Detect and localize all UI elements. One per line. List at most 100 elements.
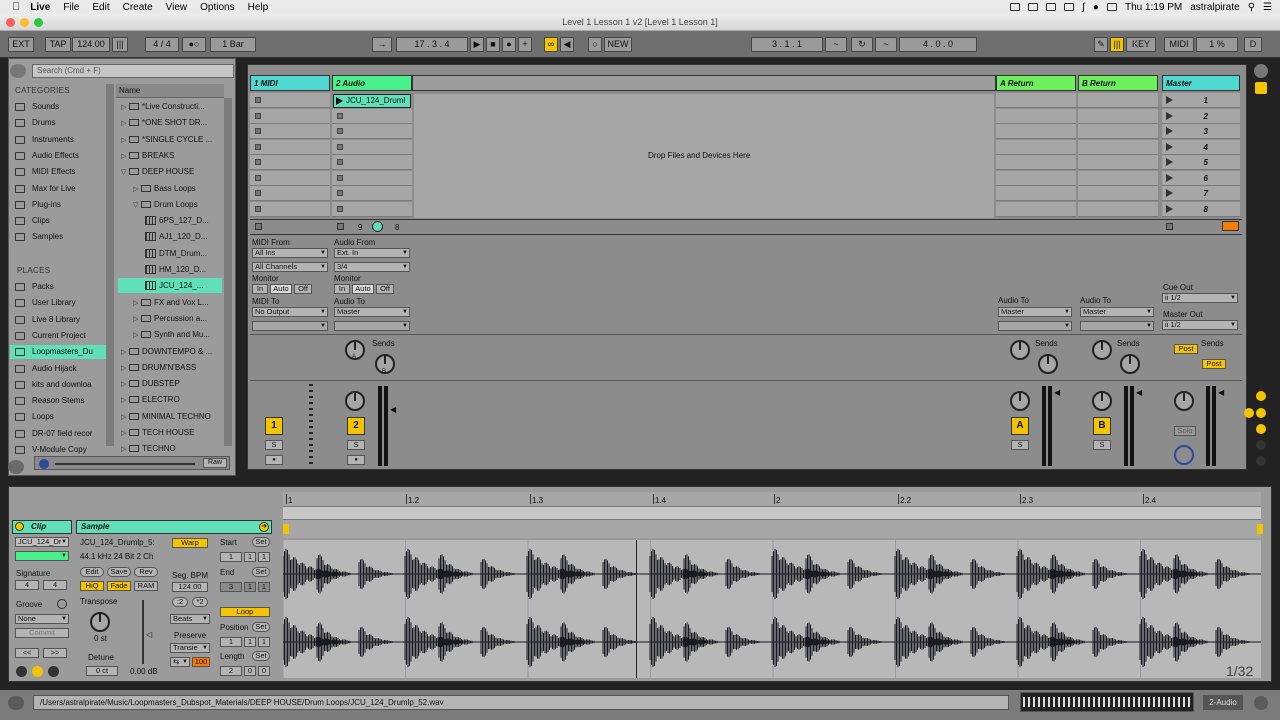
punch-out-icon[interactable]: ~ bbox=[875, 37, 897, 52]
position-bar-field[interactable]: 1 bbox=[220, 637, 242, 647]
track-header[interactable]: A Return bbox=[996, 75, 1076, 91]
place-item[interactable]: Loops bbox=[10, 410, 106, 424]
return-a-channel-field[interactable] bbox=[998, 321, 1072, 331]
clip-slot[interactable] bbox=[1078, 170, 1158, 186]
view-toggle-icon[interactable] bbox=[1254, 64, 1268, 78]
browser-file-item[interactable]: HM_120_D... bbox=[118, 262, 222, 277]
position-sixteenth-field[interactable]: 1 bbox=[258, 637, 270, 647]
sample-waveform[interactable] bbox=[282, 540, 1261, 678]
track-header[interactable]: 1 MIDI bbox=[250, 75, 330, 91]
place-item[interactable]: Audio Hijack bbox=[10, 362, 106, 376]
browser-file-item[interactable]: ▷ *Live Constructi... bbox=[118, 99, 222, 114]
pre-post-button[interactable]: Post bbox=[1174, 344, 1198, 354]
transpose-knob[interactable] bbox=[90, 612, 110, 632]
browser-file-item[interactable]: ▷ BREAKS bbox=[118, 148, 222, 163]
track-activator-button[interactable]: 2 bbox=[347, 417, 365, 435]
nudge-back-button[interactable]: << bbox=[15, 648, 39, 658]
pan-knob[interactable] bbox=[345, 391, 365, 411]
clip-activator-icon[interactable] bbox=[15, 522, 24, 531]
send-a-knob[interactable] bbox=[1092, 340, 1112, 360]
close-icon[interactable] bbox=[6, 18, 15, 27]
scene-launch-button[interactable]: 4 bbox=[1162, 139, 1240, 155]
browser-file-item[interactable]: ▷ MINIMAL TECHNO bbox=[118, 409, 222, 424]
clip-slot[interactable] bbox=[250, 170, 330, 186]
category-samples[interactable]: Samples bbox=[10, 230, 106, 244]
clip-slot[interactable] bbox=[332, 186, 412, 201]
nudge-icon[interactable]: ||| bbox=[112, 37, 128, 52]
warp-mode-dropdown[interactable]: Beats bbox=[170, 614, 210, 624]
clip-slot[interactable] bbox=[250, 155, 330, 170]
clip-slot[interactable] bbox=[250, 124, 330, 139]
clip-slot[interactable] bbox=[250, 201, 330, 217]
menu-view[interactable]: View bbox=[166, 2, 188, 13]
clip-slot[interactable] bbox=[250, 139, 330, 155]
gain-slider[interactable] bbox=[142, 600, 144, 664]
disclosure-icon[interactable]: ▽ bbox=[121, 165, 129, 179]
clip-slot[interactable] bbox=[1078, 139, 1158, 155]
detail-toggle-icon[interactable] bbox=[8, 696, 24, 710]
clip-slot[interactable] bbox=[332, 139, 412, 155]
return-a-output-dropdown[interactable]: Master bbox=[998, 307, 1072, 317]
audio-channel-dropdown[interactable]: 3/4 bbox=[334, 262, 410, 272]
browser-file-item[interactable]: ▷ FX and Vox L... bbox=[118, 295, 222, 310]
follow-icon[interactable]: → bbox=[372, 37, 392, 52]
signature-numerator[interactable]: 4 bbox=[15, 580, 39, 590]
arm-button[interactable]: ● bbox=[347, 455, 365, 465]
cue-volume-knob[interactable] bbox=[1174, 445, 1194, 465]
volume-fader-icon[interactable]: ◀ bbox=[1136, 388, 1142, 397]
start-sixteenth-field[interactable]: 1 bbox=[258, 552, 270, 562]
loop-button[interactable]: Loop bbox=[220, 607, 270, 617]
browser-file-item[interactable]: ▷ DOWNTEMPO & ... bbox=[118, 344, 222, 359]
browser-file-item[interactable]: ▽ DEEP HOUSE bbox=[118, 164, 222, 179]
browser-file-item[interactable]: ▷ *SINGLE CYCLE ... bbox=[118, 132, 222, 147]
clip-play-icon[interactable] bbox=[336, 97, 343, 105]
loop-start-field[interactable]: 3 . 1 . 1 bbox=[751, 37, 823, 52]
list-icon[interactable]: ☰ bbox=[1263, 2, 1272, 13]
set-end-button[interactable]: Set bbox=[252, 567, 270, 577]
back-to-arrangement-icon[interactable]: ◀ bbox=[560, 37, 574, 52]
quantize-dropdown[interactable]: 1 Bar bbox=[210, 37, 256, 52]
status-icon[interactable] bbox=[1046, 3, 1057, 11]
apple-icon[interactable]:  bbox=[12, 1, 20, 13]
clip-color-dropdown[interactable] bbox=[15, 551, 69, 561]
browser-file-item[interactable]: ▷ ELECTRO bbox=[118, 392, 222, 407]
metronome-icon[interactable]: ●○ bbox=[182, 37, 206, 52]
disclosure-icon[interactable]: ▷ bbox=[133, 328, 141, 342]
pan-knob[interactable] bbox=[1010, 391, 1030, 411]
session-record-icon[interactable]: ○ bbox=[588, 37, 602, 52]
arm-indicator-icon[interactable] bbox=[372, 221, 383, 232]
scene-launch-button[interactable]: 7 bbox=[1162, 186, 1240, 201]
solo-button[interactable]: S bbox=[265, 440, 283, 450]
scene-launch-button[interactable]: 8 bbox=[1162, 201, 1240, 217]
volume-fader-icon[interactable]: ◀ bbox=[1054, 388, 1060, 397]
stop-all-clips-icon[interactable] bbox=[1166, 223, 1173, 230]
record-icon[interactable]: ● bbox=[502, 37, 516, 52]
place-item[interactable]: DR-07 field recor bbox=[10, 427, 106, 441]
send-b-knob[interactable] bbox=[1038, 354, 1058, 374]
detune-field[interactable]: 0 ct bbox=[86, 666, 118, 676]
preview-waveform[interactable]: Raw bbox=[34, 456, 230, 470]
double-tempo-button[interactable]: *2 bbox=[192, 597, 208, 607]
commit-button[interactable]: Commit bbox=[15, 628, 69, 638]
groove-dropdown[interactable]: None bbox=[15, 614, 69, 624]
disclosure-icon[interactable]: ▷ bbox=[121, 345, 129, 359]
clip-slot[interactable] bbox=[1078, 155, 1158, 170]
loop-length-field[interactable]: 4 . 0 . 0 bbox=[899, 37, 977, 52]
clip-slot[interactable] bbox=[250, 108, 330, 124]
set-start-button[interactable]: Set bbox=[252, 537, 270, 547]
category-audio-effects[interactable]: Audio Effects bbox=[10, 149, 106, 163]
half-tempo-button[interactable]: :2 bbox=[172, 597, 188, 607]
pan-knob[interactable] bbox=[1174, 391, 1194, 411]
volume-fader-icon[interactable]: ◀ bbox=[1218, 388, 1224, 397]
place-item[interactable]: Reason Stems bbox=[10, 394, 106, 408]
name-column-header[interactable]: Name bbox=[116, 84, 224, 98]
loop-switch-icon[interactable]: ↻ bbox=[851, 37, 873, 52]
user-name[interactable]: astralpirate bbox=[1190, 2, 1239, 13]
scene-launch-button[interactable]: 3 bbox=[1162, 124, 1240, 139]
transient-loop-dropdown[interactable]: ⇆ bbox=[170, 657, 190, 667]
new-button[interactable]: NEW bbox=[604, 37, 632, 52]
crossfader-toggle-icon[interactable] bbox=[1256, 440, 1266, 450]
battery-icon[interactable] bbox=[1106, 3, 1117, 11]
wifi-icon[interactable]: ● bbox=[1093, 2, 1099, 13]
length-beat-field[interactable]: 0 bbox=[244, 666, 256, 676]
